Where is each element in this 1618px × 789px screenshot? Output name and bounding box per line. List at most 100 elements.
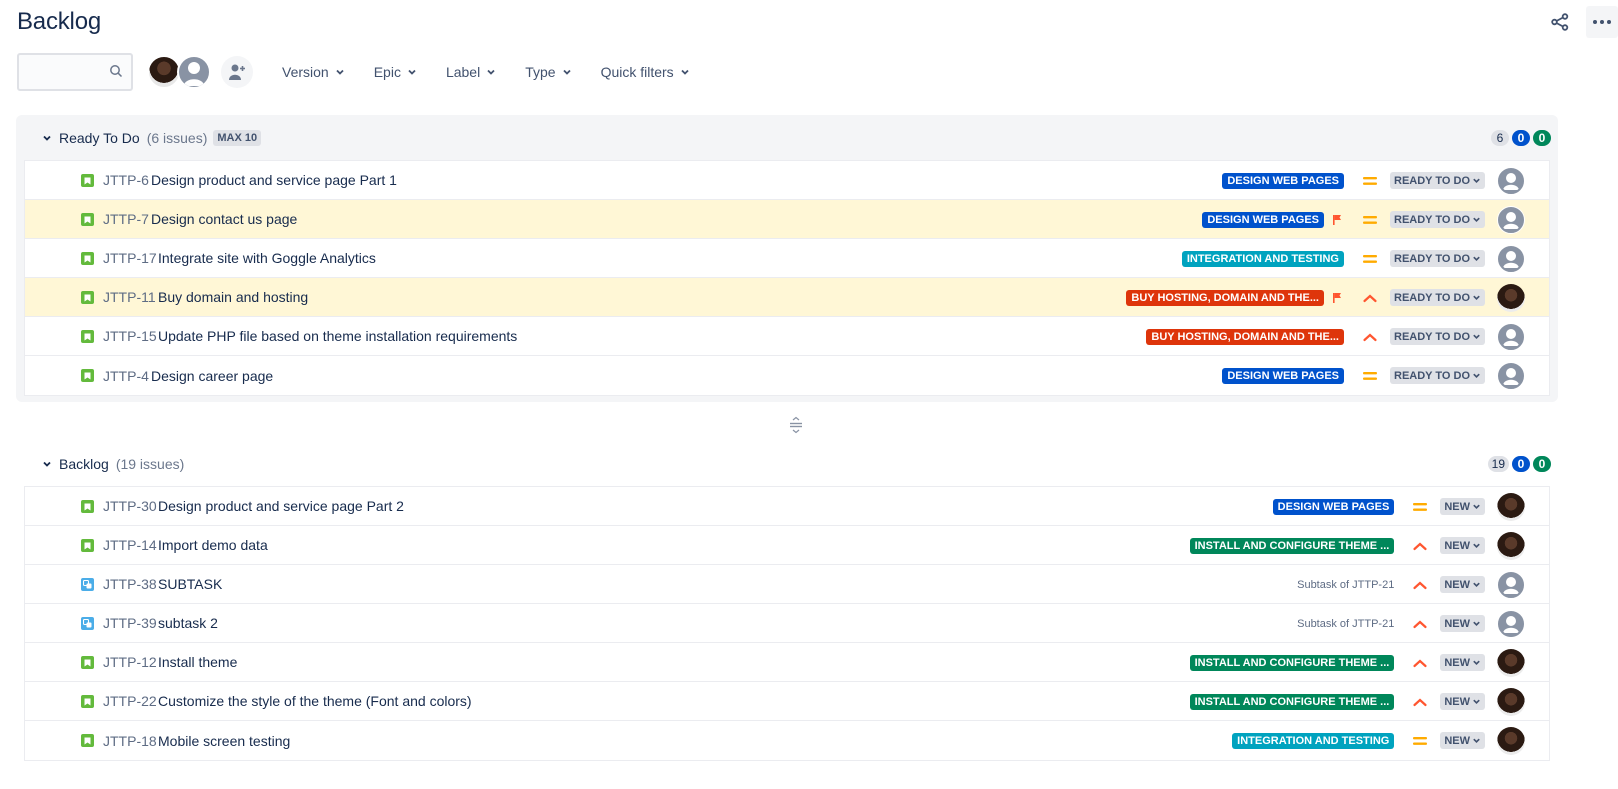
issue-key[interactable]: JTTP-14 <box>103 537 157 553</box>
issue-summary[interactable]: Update PHP file based on theme installat… <box>158 328 517 344</box>
status-dropdown[interactable]: NEW <box>1440 693 1485 710</box>
issue-row[interactable]: JTTP-14 Import demo data INSTALL AND CONFI… <box>25 526 1549 565</box>
epic-lozenge[interactable]: DESIGN WEB PAGES <box>1272 498 1395 515</box>
assignee-avatar-unassigned[interactable] <box>1497 205 1525 234</box>
add-people-button[interactable] <box>221 56 253 88</box>
chevron-down-icon <box>1473 621 1480 626</box>
epic-lozenge[interactable]: DESIGN WEB PAGES <box>1202 211 1324 228</box>
issue-row[interactable]: JTTP-38 SUBTASK Subtask of JTTP-21 NEW <box>25 565 1549 604</box>
resize-handle[interactable] <box>788 416 804 434</box>
assignee-avatar-unassigned[interactable] <box>1497 570 1525 599</box>
parent-issue-link[interactable]: Subtask of JTTP-21 <box>1297 579 1394 591</box>
issue-row[interactable]: JTTP-39 subtask 2 Subtask of JTTP-21 NEW <box>25 604 1549 643</box>
filter-version[interactable]: Version <box>282 64 345 80</box>
epic-lozenge[interactable]: INSTALL AND CONFIGURE THEME ... <box>1189 693 1395 710</box>
issue-row[interactable]: JTTP-22 Customize the style of the theme … <box>25 682 1549 721</box>
share-button[interactable] <box>1544 6 1576 38</box>
issue-row[interactable]: JTTP-12 Install theme INSTALL AND CONFIGUR… <box>25 643 1549 682</box>
assignee-avatar-unassigned[interactable] <box>1497 166 1525 195</box>
epic-lozenge[interactable]: DESIGN WEB PAGES <box>1222 172 1344 189</box>
issue-row[interactable]: JTTP-15 Update PHP file based on theme in… <box>25 317 1549 356</box>
assignee-avatar[interactable] <box>1497 648 1525 677</box>
issue-key[interactable]: JTTP-12 <box>103 654 157 670</box>
epic-lozenge[interactable]: DESIGN WEB PAGES <box>1222 367 1344 384</box>
assignee-avatar-unassigned[interactable] <box>1497 244 1525 273</box>
issue-key[interactable]: JTTP-38 <box>103 576 157 592</box>
breadcrumb[interactable] <box>17 0 347 2</box>
issue-summary[interactable]: Design product and service page Part 1 <box>151 172 397 188</box>
collapse-toggle[interactable] <box>39 459 55 469</box>
assignee-avatar[interactable] <box>1497 531 1525 560</box>
epic-lozenge[interactable]: INTEGRATION AND TESTING <box>1232 732 1395 749</box>
issue-row[interactable]: JTTP-11 Buy domain and hosting BUY HOSTING… <box>25 278 1549 317</box>
parent-issue-link[interactable]: Subtask of JTTP-21 <box>1297 618 1394 630</box>
issue-key[interactable]: JTTP-7 <box>103 211 149 227</box>
assignee-avatar[interactable] <box>1497 726 1525 755</box>
epic-lozenge[interactable]: BUY HOSTING, DOMAIN AND THE... <box>1146 328 1344 345</box>
epic-lozenge[interactable]: INTEGRATION AND TESTING <box>1181 250 1344 267</box>
issue-summary[interactable]: Mobile screen testing <box>158 733 290 749</box>
issue-key[interactable]: JTTP-39 <box>103 615 157 631</box>
assignee-avatar[interactable] <box>1497 492 1525 521</box>
assignee-avatar[interactable] <box>1497 283 1525 312</box>
status-dropdown[interactable]: READY TO DO <box>1390 328 1485 345</box>
status-dropdown[interactable]: NEW <box>1440 498 1485 515</box>
issue-row[interactable]: JTTP-18 Mobile screen testing INTEGRATION … <box>25 721 1549 760</box>
status-dropdown[interactable]: READY TO DO <box>1390 367 1485 384</box>
issue-row[interactable]: JTTP-30 Design product and service page P… <box>25 487 1549 526</box>
assignee-avatar[interactable] <box>1497 687 1525 716</box>
issue-key[interactable]: JTTP-4 <box>103 368 149 384</box>
issue-row[interactable]: JTTP-6 Design product and service page Pa… <box>25 161 1549 200</box>
epic-lozenge[interactable]: BUY HOSTING, DOMAIN AND THE... <box>1126 289 1324 306</box>
search-field[interactable] <box>17 53 133 91</box>
issue-summary[interactable]: Import demo data <box>158 537 268 553</box>
issue-summary[interactable]: Design product and service page Part 2 <box>158 498 404 514</box>
filter-epic[interactable]: Epic <box>374 64 417 80</box>
issue-row[interactable]: JTTP-17 Integrate site with Goggle Analyt… <box>25 239 1549 278</box>
issue-key[interactable]: JTTP-15 <box>103 328 157 344</box>
issue-summary[interactable]: subtask 2 <box>158 615 218 631</box>
issue-summary[interactable]: Design contact us page <box>151 211 297 227</box>
filter-label[interactable]: Label <box>446 64 496 80</box>
filter-label: Type <box>525 64 556 80</box>
issue-key[interactable]: JTTP-30 <box>103 498 157 514</box>
assignee-avatar-unassigned[interactable] <box>1497 609 1525 638</box>
chevron-down-icon <box>1473 373 1480 378</box>
issue-key[interactable]: JTTP-22 <box>103 693 157 709</box>
issue-key[interactable]: JTTP-18 <box>103 733 157 749</box>
issue-row[interactable]: JTTP-7 Design contact us page DESIGN WEB P… <box>25 200 1549 239</box>
status-dropdown[interactable]: NEW <box>1440 732 1485 749</box>
status-dropdown[interactable]: NEW <box>1440 654 1485 671</box>
filter-quick-filters[interactable]: Quick filters <box>601 64 690 80</box>
assignee-avatar-unassigned[interactable] <box>1497 361 1525 390</box>
status-dropdown[interactable]: READY TO DO <box>1390 172 1485 189</box>
epic-lozenge[interactable]: INSTALL AND CONFIGURE THEME ... <box>1189 537 1395 554</box>
issue-key[interactable]: JTTP-6 <box>103 172 149 188</box>
status-dropdown[interactable]: NEW <box>1440 537 1485 554</box>
epic-lozenge[interactable]: INSTALL AND CONFIGURE THEME ... <box>1189 654 1395 671</box>
status-dropdown[interactable]: READY TO DO <box>1390 289 1485 306</box>
issue-key[interactable]: JTTP-11 <box>103 289 156 305</box>
issue-summary[interactable]: Install theme <box>158 654 237 670</box>
status-dropdown[interactable]: READY TO DO <box>1390 211 1485 228</box>
issue-summary[interactable]: Integrate site with Goggle Analytics <box>158 250 376 266</box>
issue-summary[interactable]: Customize the style of the theme (Font a… <box>158 693 472 709</box>
avatar-user[interactable] <box>147 55 181 89</box>
status-dropdown[interactable]: NEW <box>1440 576 1485 593</box>
status-dropdown[interactable]: NEW <box>1440 615 1485 632</box>
person-icon <box>1498 362 1524 389</box>
issue-row[interactable]: JTTP-4 Design career page DESIGN WEB PAGES… <box>25 356 1549 395</box>
issue-key[interactable]: JTTP-17 <box>103 250 157 266</box>
collapse-toggle[interactable] <box>39 133 55 143</box>
more-actions-button[interactable] <box>1586 6 1618 38</box>
status-dropdown[interactable]: READY TO DO <box>1390 250 1485 267</box>
chevron-down-icon <box>1473 543 1480 548</box>
story-icon <box>81 734 94 747</box>
issue-summary[interactable]: SUBTASK <box>158 576 222 592</box>
avatar-unassigned[interactable] <box>177 55 211 89</box>
assignee-avatar-unassigned[interactable] <box>1497 322 1525 351</box>
issue-summary[interactable]: Buy domain and hosting <box>158 289 308 305</box>
filter-type[interactable]: Type <box>525 64 571 80</box>
search-input[interactable] <box>19 55 109 89</box>
issue-summary[interactable]: Design career page <box>151 368 273 384</box>
